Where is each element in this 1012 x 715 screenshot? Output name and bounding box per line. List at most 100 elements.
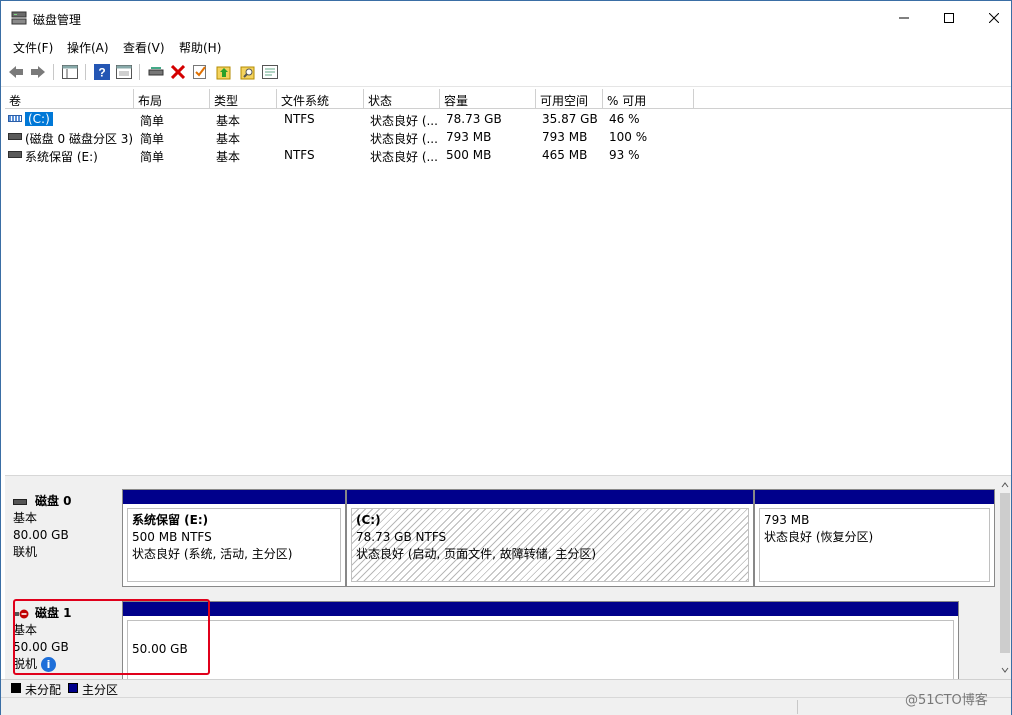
volume-name: 系统保留 (E:): [25, 150, 98, 164]
console-tree-icon: [62, 65, 78, 79]
menu-help[interactable]: 帮助(H): [179, 39, 221, 56]
delete-icon: [171, 65, 185, 79]
menu-file[interactable]: 文件(F): [13, 39, 53, 56]
partition-c-drive[interactable]: (C:) 78.73 GB NTFS 状态良好 (启动, 页面文件, 故障转储,…: [346, 489, 754, 587]
window-title: 磁盘管理: [33, 13, 82, 27]
connect-drive-button[interactable]: [147, 63, 165, 81]
volume-percent-free: 100 %: [609, 130, 648, 144]
partition-size: 500 MB NTFS: [132, 530, 212, 544]
disk-graphical-view: 磁盘 0 基本 80.00 GB 联机 系统保留 (E:) 500 MB NTF…: [5, 479, 999, 679]
check-icon: [193, 65, 206, 79]
volume-layout: 简单: [140, 114, 165, 128]
settings-button[interactable]: [261, 63, 279, 81]
volume-type: 基本: [216, 150, 241, 164]
console-tree-button[interactable]: [61, 63, 79, 81]
toolbar-separator: [53, 64, 54, 80]
volume-name: (C:): [25, 112, 53, 126]
help-icon: ?: [94, 64, 110, 80]
partition-size: 50.00 GB: [132, 642, 188, 656]
disk-size: 80.00 GB: [13, 528, 69, 542]
partition-status: 状态良好 (恢复分区): [764, 530, 874, 544]
highlight-box: [13, 599, 210, 675]
column-header-volume[interactable]: 卷: [5, 89, 134, 109]
volume-capacity: 500 MB: [446, 148, 492, 162]
maximize-icon: [944, 13, 954, 23]
partition-status: 状态良好 (系统, 活动, 主分区): [132, 547, 293, 561]
volume-layout: 简单: [140, 132, 165, 146]
column-header-type[interactable]: 类型: [210, 89, 277, 109]
back-button[interactable]: [7, 63, 25, 81]
back-arrow-icon: [9, 66, 23, 78]
table-row[interactable]: 系统保留 (E:) 简单 基本 NTFS 状态良好 (... 500 MB 46…: [5, 146, 1005, 164]
properties-button[interactable]: [115, 63, 133, 81]
volume-capacity: 793 MB: [446, 130, 492, 144]
disk-0-label[interactable]: 磁盘 0 基本 80.00 GB 联机: [5, 487, 121, 591]
close-icon: [989, 13, 999, 23]
close-button[interactable]: [971, 1, 1012, 35]
minimize-button[interactable]: [881, 1, 927, 35]
legend-primary-partition: 主分区: [82, 683, 119, 697]
column-header-layout[interactable]: 布局: [134, 89, 210, 109]
partition-title: 系统保留 (E:): [132, 513, 209, 527]
volume-status: 状态良好 (...: [370, 114, 438, 128]
legend-unallocated: 未分配: [25, 683, 62, 697]
status-divider: [797, 700, 798, 714]
toolbar: ?: [1, 57, 1011, 87]
volume-filesystem: NTFS: [284, 148, 315, 162]
toolbar-separator: [139, 64, 140, 80]
scrollbar-thumb[interactable]: [1000, 493, 1010, 653]
legend-swatch-unallocated: [11, 683, 21, 693]
minimize-icon: [899, 17, 909, 19]
properties-icon: [116, 65, 132, 79]
volume-icon: [8, 151, 22, 158]
search-icon: [240, 66, 255, 80]
watermark: @51CTO博客: [905, 693, 988, 708]
volume-type: 基本: [216, 132, 241, 146]
partition-body: 793 MB 状态良好 (恢复分区): [759, 508, 990, 582]
maximize-button[interactable]: [926, 1, 972, 35]
search-button[interactable]: [239, 63, 257, 81]
column-header-filesystem[interactable]: 文件系统: [277, 89, 364, 109]
partition-size: 78.73 GB NTFS: [356, 530, 447, 544]
connect-drive-icon: [148, 67, 164, 76]
disk-type: 基本: [13, 511, 38, 525]
check-button[interactable]: [191, 63, 209, 81]
forward-button[interactable]: [29, 63, 47, 81]
disk-icon: [13, 498, 27, 505]
column-header-spacer: [694, 89, 1011, 109]
help-button[interactable]: ?: [93, 63, 111, 81]
partition-body: (C:) 78.73 GB NTFS 状态良好 (启动, 页面文件, 故障转储,…: [351, 508, 749, 582]
scroll-up-icon[interactable]: [1001, 482, 1009, 488]
up-arrow-icon: [216, 66, 231, 80]
volume-list: 卷 布局 类型 文件系统 状态 容量 可用空间 % 可用 (C:) 简单 基本 …: [5, 89, 1011, 474]
disk-management-app-icon: [11, 11, 27, 25]
partition-system-reserved[interactable]: 系统保留 (E:) 500 MB NTFS 状态良好 (系统, 活动, 主分区): [122, 489, 346, 587]
partition-title: (C:): [356, 513, 381, 527]
disk-management-window: 磁盘管理 文件(F) 操作(A) 查看(V) 帮助(H) ? 卷 布局 类型 文…: [0, 0, 1012, 715]
partition-status: 状态良好 (启动, 页面文件, 故障转储, 主分区): [356, 547, 597, 561]
column-header-free-space[interactable]: 可用空间: [536, 89, 603, 109]
title-bar: 磁盘管理: [1, 1, 1011, 35]
partition-bar: [755, 490, 994, 504]
table-row[interactable]: (C:) 简单 基本 NTFS 状态良好 (... 78.73 GB 35.87…: [5, 110, 1005, 128]
column-header-status[interactable]: 状态: [364, 89, 440, 109]
table-row[interactable]: (磁盘 0 磁盘分区 3) 简单 基本 状态良好 (... 793 MB 793…: [5, 128, 1005, 146]
scroll-down-icon[interactable]: [1001, 667, 1009, 673]
disk-name: 磁盘 0: [35, 494, 72, 508]
volume-icon: [8, 115, 22, 122]
partition-disk-1[interactable]: 50.00 GB: [122, 601, 959, 679]
volume-icon: [8, 133, 22, 140]
settings-icon: [262, 65, 278, 79]
partition-recovery[interactable]: 793 MB 状态良好 (恢复分区): [754, 489, 995, 587]
column-header-percent-free[interactable]: % 可用: [603, 89, 694, 109]
menu-view[interactable]: 查看(V): [123, 39, 165, 56]
volume-percent-free: 93 %: [609, 148, 640, 162]
delete-button[interactable]: [169, 63, 187, 81]
menu-action[interactable]: 操作(A): [67, 39, 109, 56]
column-header-capacity[interactable]: 容量: [440, 89, 536, 109]
svg-text:?: ?: [98, 66, 105, 80]
up-button[interactable]: [215, 63, 233, 81]
vertical-scrollbar[interactable]: [999, 479, 1011, 679]
volume-free-space: 465 MB: [542, 148, 588, 162]
volume-name: (磁盘 0 磁盘分区 3): [25, 132, 134, 146]
